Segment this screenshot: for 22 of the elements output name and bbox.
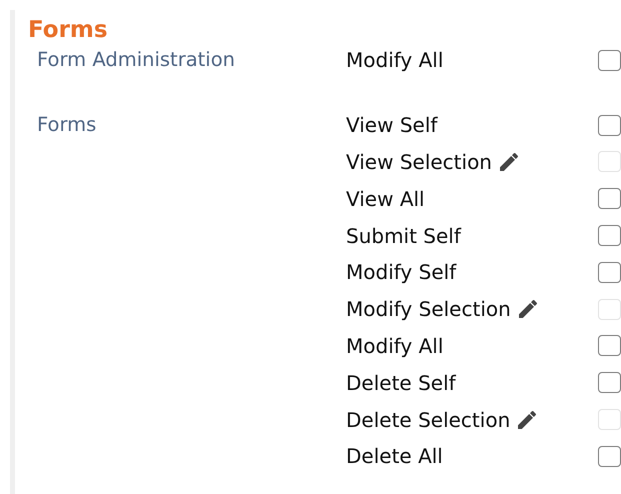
permission-checkbox[interactable] bbox=[598, 372, 621, 394]
permission-label: Modify All bbox=[346, 334, 444, 358]
permission-label: Modify Selection bbox=[346, 297, 511, 322]
permission-label: Delete Selection bbox=[346, 408, 510, 432]
section-title: Forms bbox=[28, 18, 109, 42]
permission-checkbox[interactable] bbox=[598, 446, 621, 467]
permission-label: View Selection bbox=[346, 150, 492, 174]
permission-label: View Self bbox=[346, 113, 438, 138]
permission-checkbox[interactable] bbox=[598, 262, 621, 283]
permission-label: View All bbox=[346, 186, 425, 211]
permission-checkbox[interactable] bbox=[598, 188, 621, 210]
permission-checkbox[interactable] bbox=[598, 225, 621, 246]
permission-checkbox[interactable] bbox=[598, 114, 621, 136]
permission-checkbox[interactable] bbox=[598, 50, 621, 71]
permission-label: Submit Self bbox=[346, 224, 461, 248]
group-label: Form Administration bbox=[37, 47, 236, 73]
permission-label: Modify Self bbox=[346, 260, 456, 284]
permission-label: Delete Self bbox=[346, 370, 456, 395]
permission-checkbox[interactable] bbox=[598, 335, 621, 356]
permission-label: Delete All bbox=[346, 444, 443, 468]
group-label: Forms bbox=[37, 112, 98, 138]
permission-label: Modify All bbox=[346, 48, 444, 72]
